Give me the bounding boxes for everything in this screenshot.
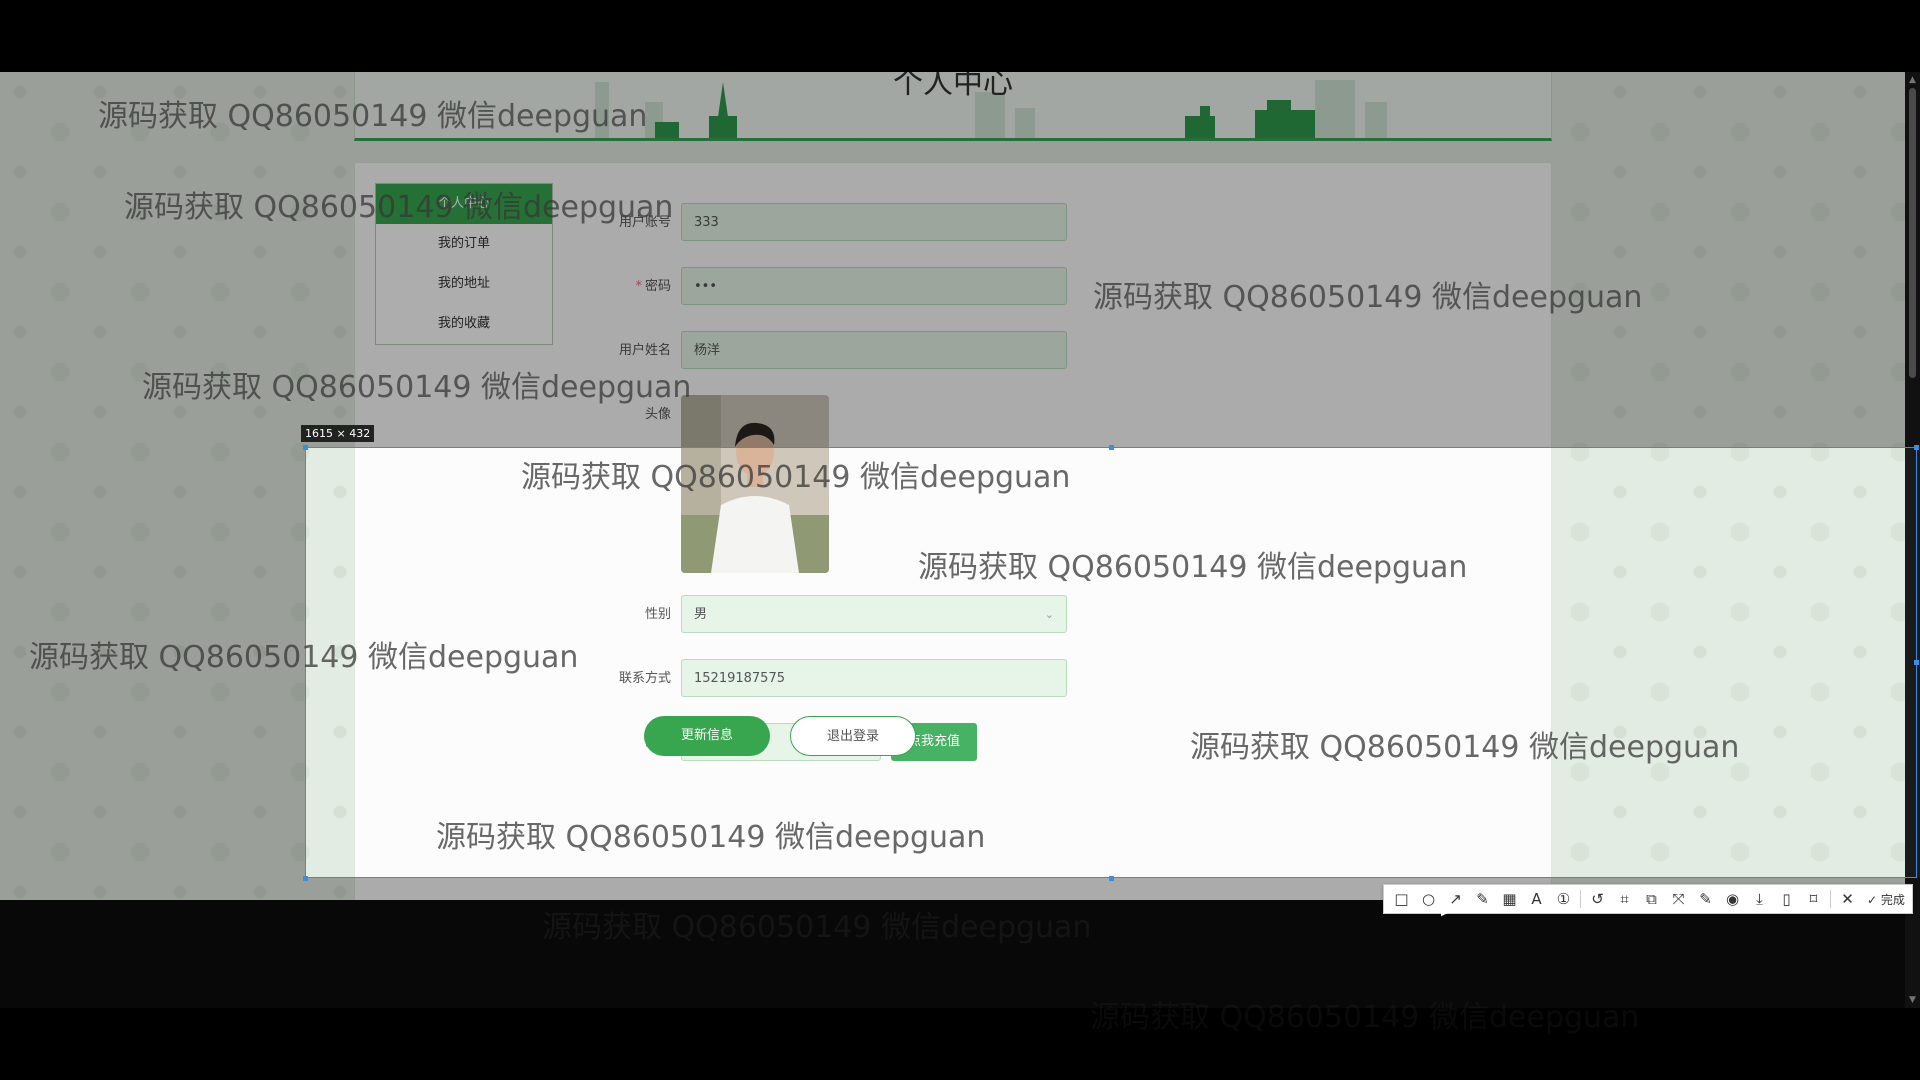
resize-handle[interactable] [303, 876, 308, 881]
rectangle-icon[interactable]: □ [1388, 886, 1415, 912]
resize-handle[interactable] [1109, 876, 1114, 881]
watermark-text: 源码获取 QQ86050149 微信deepguan [542, 910, 1092, 945]
watermark-text: 源码获取 QQ86050149 微信deepguan [1093, 280, 1643, 315]
phone-icon[interactable]: ▯ [1773, 886, 1800, 912]
undo-icon[interactable]: ↺ [1584, 886, 1611, 912]
expand-icon[interactable]: ⤧ [1665, 886, 1692, 912]
record-icon[interactable]: ◉ [1719, 886, 1746, 912]
watermark-text: 源码获取 QQ86050149 微信deepguan [1090, 1000, 1640, 1035]
resize-handle[interactable] [1914, 660, 1919, 665]
close-icon[interactable]: ✕ [1834, 886, 1861, 912]
watermark-text: 源码获取 QQ86050149 微信deepguan [142, 370, 692, 405]
watermark-text: 源码获取 QQ86050149 微信deepguan [1190, 730, 1740, 765]
scan-icon[interactable]: ⌗ [1611, 886, 1638, 912]
save-icon[interactable]: ⤓ [1746, 886, 1773, 912]
watermark-text: 源码获取 QQ86050149 微信deepguan [98, 99, 648, 134]
bookmark-icon[interactable]: ⌑ [1800, 886, 1827, 912]
watermark-text: 源码获取 QQ86050149 微信deepguan [918, 550, 1468, 585]
number-icon[interactable]: ① [1550, 886, 1577, 912]
done-button[interactable]: ✓ 完成 [1867, 891, 1905, 908]
toolbar-divider [1580, 890, 1581, 908]
resize-handle[interactable] [1914, 445, 1919, 450]
resize-handle[interactable] [1109, 445, 1114, 450]
toolbar-divider [1830, 890, 1831, 908]
resize-handle[interactable] [303, 445, 308, 450]
pen-icon[interactable]: ✎ [1469, 886, 1496, 912]
pin-icon[interactable]: ✎ [1692, 886, 1719, 912]
capture-toolbar: □ ○ ↗ ✎ ▦ A ① ↺ ⌗ ⧉ ⤧ ✎ ◉ ⤓ ▯ ⌑ ✕ ✓ 完成 [1383, 884, 1913, 914]
text-icon[interactable]: A [1523, 886, 1550, 912]
watermark-text: 源码获取 QQ86050149 微信deepguan [124, 190, 674, 225]
watermark-text: 源码获取 QQ86050149 微信deepguan [436, 820, 986, 855]
translate-icon[interactable]: ⧉ [1638, 886, 1665, 912]
mosaic-icon[interactable]: ▦ [1496, 886, 1523, 912]
watermark-text: 源码获取 QQ86050149 微信deepguan [521, 460, 1071, 495]
selection-size-label: 1615 × 432 [301, 425, 375, 442]
watermark-text: 源码获取 QQ86050149 微信deepguan [29, 640, 579, 675]
